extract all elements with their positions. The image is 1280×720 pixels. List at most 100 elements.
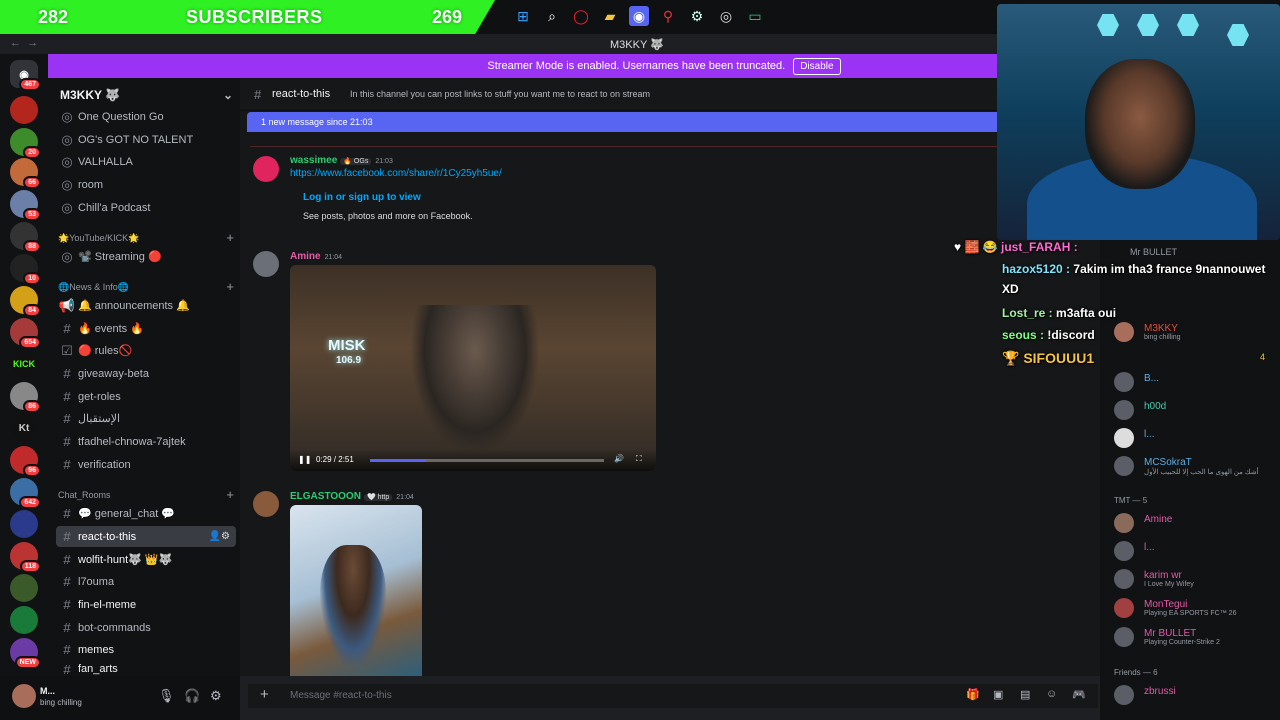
channel-item[interactable]: ◎ OG's GOT NO TALENT <box>56 129 236 150</box>
kt-server-icon[interactable]: Kt <box>10 414 38 442</box>
channel-item[interactable]: # 💬 general_chat 💬 <box>56 503 236 524</box>
channel-topic: In this channel you can post links to st… <box>350 89 650 99</box>
message-composer[interactable]: + Message #react-to-this 🎁 ▣ ▤ ☺ 🎮 <box>248 684 1098 708</box>
add-channel-icon[interactable]: + <box>226 279 234 294</box>
terminal-icon[interactable]: ▭ <box>745 6 765 26</box>
sticker-icon[interactable]: ▤ <box>1020 688 1030 701</box>
avatar[interactable] <box>12 684 36 708</box>
channel-item[interactable]: # memes <box>56 639 236 660</box>
server-icon[interactable]: 86 <box>10 382 41 413</box>
headphones-icon[interactable]: 🎧 <box>184 688 200 704</box>
server-icon[interactable]: 20 <box>10 128 41 159</box>
member-item[interactable]: zbrussi <box>1114 683 1274 707</box>
channel-item[interactable]: # tfadhel-chnowa-7ajtek <box>56 431 236 452</box>
member-item[interactable]: MonTegui Playing EA SPORTS FC™ 26 <box>1114 596 1274 620</box>
channel-item[interactable]: # bot-commands <box>56 617 236 638</box>
embed-title[interactable]: Log in or sign up to view <box>303 192 421 203</box>
fullscreen-icon[interactable]: ⛶ <box>636 454 642 464</box>
server-icon[interactable]: 53 <box>10 190 41 221</box>
chat-area: # react-to-this In this channel you can … <box>240 78 1100 676</box>
microphone-icon[interactable]: 🎙 <box>158 688 175 704</box>
channel-item[interactable]: 📢 🔔 announcements 🔔 <box>56 295 236 316</box>
steam-icon[interactable]: ⚙ <box>687 6 707 26</box>
volume-icon[interactable]: 🔊 <box>614 454 624 463</box>
message-author[interactable]: Amine 21:04 <box>290 251 342 262</box>
server-icon[interactable] <box>10 606 38 634</box>
channel-streaming[interactable]: ◎ 📽️ Streaming 🔴 <box>56 246 236 267</box>
discord-taskbar-icon[interactable]: ◉ <box>629 6 649 26</box>
member-item[interactable]: Mr BULLET Playing Counter-Strike 2 <box>1114 625 1274 649</box>
category-youtube[interactable]: 🌟YouTube/KICK🌟 + <box>58 230 234 245</box>
channel-item[interactable]: # fin-el-meme <box>56 594 236 615</box>
kick-server-icon[interactable]: KICK <box>10 350 38 378</box>
add-channel-icon[interactable]: + <box>226 487 234 502</box>
opera-icon[interactable]: ◯ <box>571 6 591 26</box>
server-icon[interactable]: 118 <box>10 542 41 573</box>
add-channel-icon[interactable]: + <box>226 230 234 245</box>
video-seek-bar[interactable] <box>370 459 604 462</box>
server-icon[interactable]: 654 <box>10 318 41 349</box>
server-icon[interactable]: 84 <box>10 286 41 317</box>
message-input[interactable]: Message #react-to-this <box>290 690 392 701</box>
message-author[interactable]: wassimee 🔥 OGs 21:03 <box>290 155 393 166</box>
server-icon[interactable]: 96 <box>10 446 41 477</box>
server-icon[interactable]: 10 <box>10 254 41 285</box>
chevron-down-icon[interactable]: ⌄ <box>223 88 233 102</box>
server-icon[interactable]: 66 <box>10 158 41 189</box>
channel-item[interactable]: ◎ VALHALLA <box>56 151 236 172</box>
search-icon[interactable]: ⌕ <box>542 6 562 26</box>
pause-icon[interactable]: ❚❚ <box>298 455 311 464</box>
new-messages-bar[interactable]: 1 new message since 21:03 <box>247 112 1100 132</box>
channel-item[interactable]: # الإستقبال <box>56 408 236 429</box>
image-attachment[interactable] <box>290 505 422 676</box>
message-author[interactable]: ELGASTOOON 🤍 http 21:04 <box>290 491 414 502</box>
category-news[interactable]: 🌐News & Info🌐 + <box>58 279 234 294</box>
member-item[interactable]: l... <box>1114 539 1274 563</box>
channel-item[interactable]: ◎ Chill'a Podcast <box>56 197 236 218</box>
avatar[interactable] <box>253 156 279 182</box>
channel-item[interactable]: # verification <box>56 454 236 475</box>
emoji-icon[interactable]: ☺ <box>1046 688 1057 700</box>
member-item[interactable]: h00d <box>1114 398 1274 422</box>
channel-item-active[interactable]: # react-to-this 👤⚙ <box>56 526 236 547</box>
channel-item[interactable]: ☑ 🔴 rules🚫 <box>56 340 236 361</box>
gif-icon[interactable]: ▣ <box>993 688 1003 701</box>
server-icon[interactable] <box>10 96 38 124</box>
channel-item[interactable]: # get-roles <box>56 386 236 407</box>
obs-icon[interactable]: ◎ <box>716 6 736 26</box>
channel-item[interactable]: # giveaway-beta <box>56 363 236 384</box>
channel-settings-icon[interactable]: 👤⚙ <box>209 531 230 542</box>
channel-item[interactable]: ◎ One Question Go <box>56 106 236 127</box>
channel-item[interactable]: # l7ouma <box>56 571 236 592</box>
avatar[interactable] <box>253 491 279 517</box>
windows-start-icon[interactable]: ⊞ <box>513 6 533 26</box>
back-forward-icon[interactable]: ← → <box>10 37 38 49</box>
category-chat-rooms[interactable]: Chat_Rooms + <box>58 487 234 502</box>
channel-item[interactable]: ◎ room <box>56 174 236 195</box>
apps-icon[interactable]: 🎮 <box>1072 688 1086 701</box>
gear-icon[interactable]: ⚙ <box>210 688 222 704</box>
server-name[interactable]: M3KKY 🐺 ⌄ <box>60 88 233 102</box>
server-icon[interactable]: NEW <box>10 638 41 669</box>
server-icon[interactable] <box>10 574 38 602</box>
channel-item[interactable]: # 🔥 events 🔥 <box>56 318 236 339</box>
member-item[interactable]: MCSokraT أشك من الهوى ما الحب إلا للحبيب … <box>1114 454 1274 478</box>
member-item[interactable]: l... <box>1114 426 1274 450</box>
server-icon[interactable]: 88 <box>10 222 41 253</box>
message-link[interactable]: https://www.facebook.com/share/r/1Cy25yh… <box>290 168 502 179</box>
member-item[interactable]: B... <box>1114 370 1274 394</box>
folder-icon[interactable]: ▰ <box>600 6 620 26</box>
disable-button[interactable]: Disable <box>793 57 841 75</box>
add-attachment-icon[interactable]: + <box>260 686 269 703</box>
gift-icon[interactable]: 🎁 <box>966 688 980 701</box>
server-icon[interactable]: 642 <box>10 478 41 509</box>
dm-home-icon[interactable]: ◉ 467 <box>10 60 41 91</box>
channel-item[interactable]: # fan_arts <box>56 662 236 676</box>
avatar[interactable] <box>253 251 279 277</box>
member-item[interactable]: Amine <box>1114 511 1274 535</box>
member-item[interactable]: karim wr I Love My Wifey <box>1114 567 1274 591</box>
video-player[interactable]: MISK 106.9 ❚❚ 0:29 / 2:51 🔊 ⛶ <box>290 265 656 471</box>
server-icon[interactable] <box>10 510 38 538</box>
maps-pin-icon[interactable]: ⚲ <box>658 6 678 26</box>
channel-item[interactable]: # wolfit-hunt🐺 👑🐺 <box>56 549 236 570</box>
